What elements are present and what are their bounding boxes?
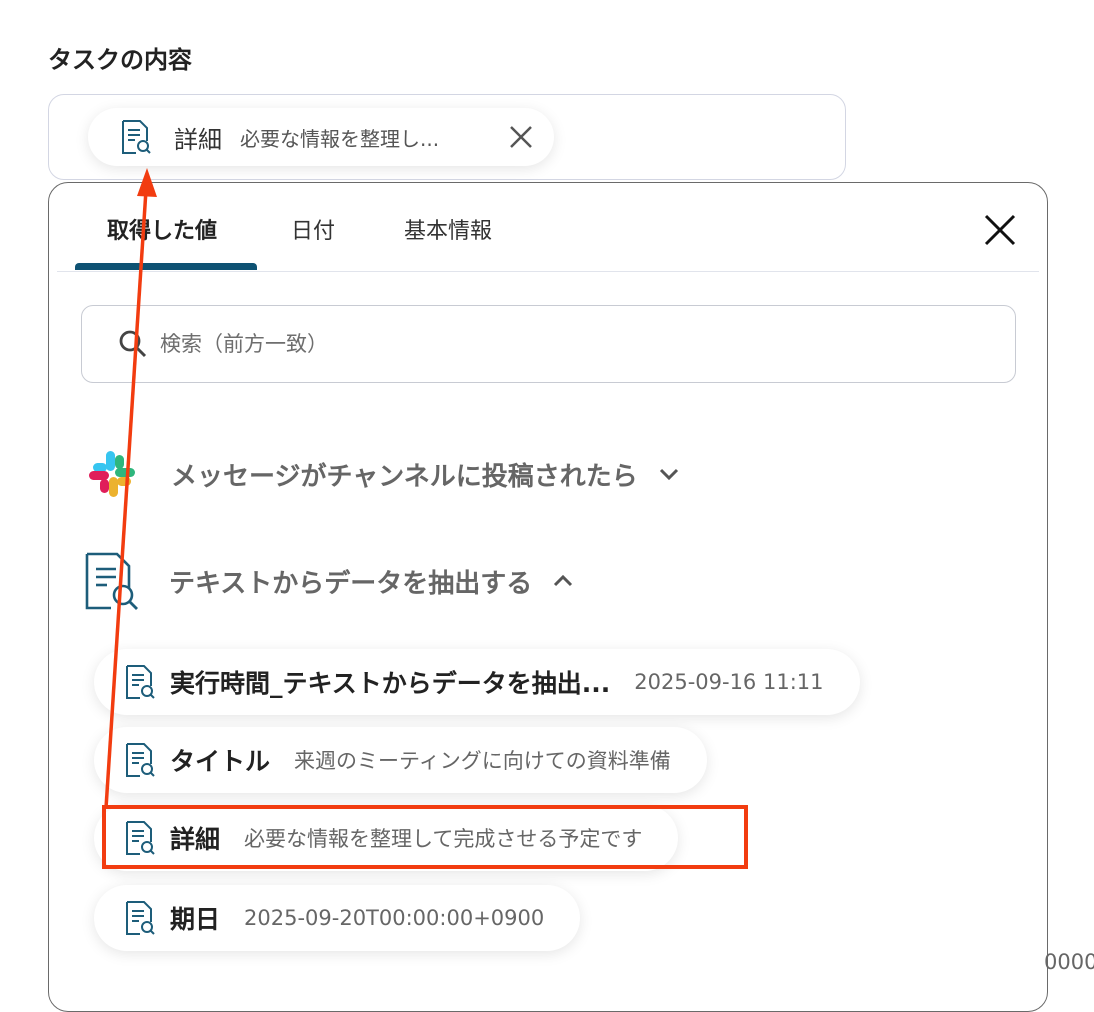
active-tab-indicator bbox=[75, 263, 257, 270]
selected-value-preview: 必要な情報を整理し... bbox=[240, 126, 440, 151]
annotation-highlight bbox=[102, 805, 748, 869]
item-value: 2025-09-20T00:00:00+0900 bbox=[244, 906, 545, 930]
slack-logo-icon bbox=[89, 451, 135, 497]
selected-value-label: 詳細 bbox=[174, 125, 222, 154]
chevron-up-icon bbox=[554, 574, 573, 587]
group-title: テキストからデータを抽出する bbox=[169, 568, 533, 599]
item-label: タイトル bbox=[170, 747, 271, 776]
list-item-execution-time[interactable]: 実行時間_テキストからデータを抽出... 2025-09-16 11:11 bbox=[94, 649, 860, 715]
selected-value-chip[interactable]: 詳細 必要な情報を整理し... bbox=[88, 108, 554, 166]
tab-basic-info[interactable]: 基本情報 bbox=[404, 213, 492, 245]
document-search-icon bbox=[126, 743, 155, 777]
item-label: 実行時間_テキストからデータを抽出... bbox=[170, 669, 611, 698]
search-icon bbox=[119, 330, 147, 358]
chevron-down-icon bbox=[659, 468, 678, 481]
close-icon[interactable] bbox=[983, 213, 1017, 247]
list-item-due-date[interactable]: 期日 2025-09-20T00:00:00+0900 bbox=[94, 885, 581, 951]
search-field[interactable] bbox=[81, 305, 1016, 383]
tab-acquired-values[interactable]: 取得した値 bbox=[107, 213, 217, 245]
document-search-icon bbox=[122, 120, 151, 154]
overflow-text: 0000 bbox=[1044, 950, 1094, 974]
list-item-title[interactable]: タイトル 来週のミーティングに向けての資料準備 bbox=[94, 727, 707, 793]
group-extract-data[interactable]: テキストからデータを抽出する bbox=[83, 551, 576, 611]
document-search-icon bbox=[85, 552, 138, 610]
document-search-icon bbox=[126, 665, 155, 699]
item-value: 来週のミーティングに向けての資料準備 bbox=[294, 749, 671, 773]
tab-bar: 取得した値 日付 基本情報 bbox=[57, 183, 1039, 272]
tab-date[interactable]: 日付 bbox=[291, 213, 335, 245]
item-label: 期日 bbox=[170, 905, 221, 934]
section-title: タスクの内容 bbox=[48, 46, 192, 74]
group-slack-trigger[interactable]: メッセージがチャンネルに投稿されたら bbox=[87, 449, 682, 499]
search-input[interactable] bbox=[158, 331, 962, 357]
group-title: メッセージがチャンネルに投稿されたら bbox=[171, 461, 638, 492]
item-value: 2025-09-16 11:11 bbox=[634, 670, 824, 694]
remove-value-icon[interactable] bbox=[508, 124, 534, 150]
document-search-icon bbox=[126, 901, 155, 935]
